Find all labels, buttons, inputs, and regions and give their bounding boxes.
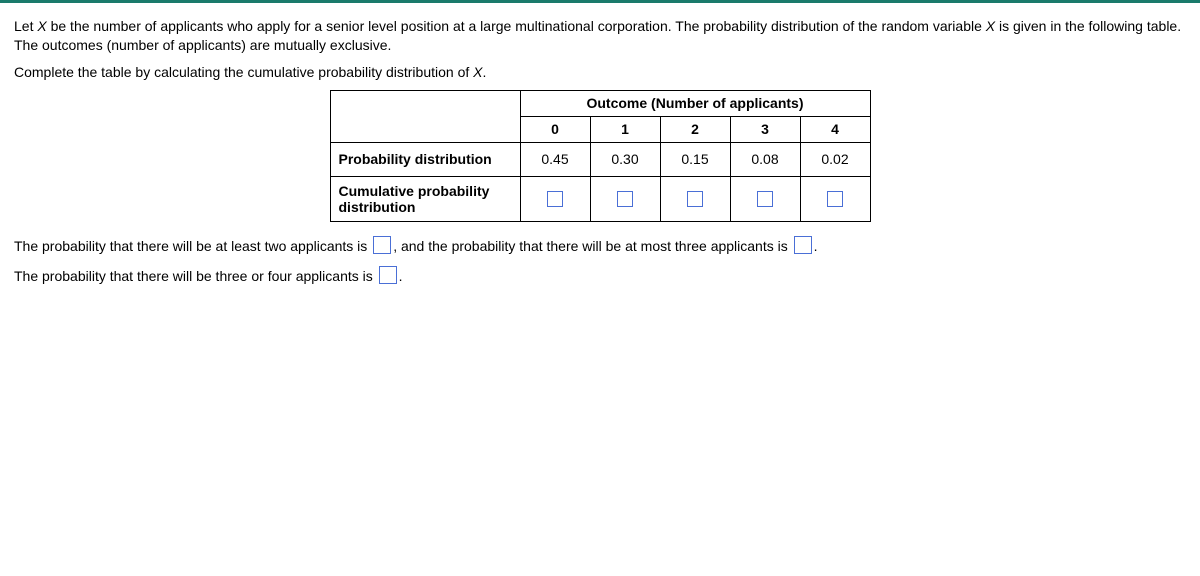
table-row: Outcome (Number of applicants) [330, 90, 870, 116]
prob-cell-2: 0.15 [660, 142, 730, 176]
table-super-header: Outcome (Number of applicants) [520, 90, 870, 116]
prompt-paragraph-2: Complete the table by calculating the cu… [14, 63, 1186, 82]
row-label-probability: Probability distribution [330, 142, 520, 176]
answer-input-three-or-four[interactable] [379, 266, 397, 284]
text: be the number of applicants who apply fo… [47, 18, 986, 34]
col-header-3: 3 [730, 116, 800, 142]
answer-input-at-least-two[interactable] [373, 236, 391, 254]
answer-sentences: The probability that there will be at le… [14, 236, 1186, 284]
table-container: Outcome (Number of applicants) 0 1 2 3 4… [14, 90, 1186, 222]
answer-line-1: The probability that there will be at le… [14, 236, 1186, 254]
problem-prompt: Let X be the number of applicants who ap… [14, 17, 1186, 82]
col-header-0: 0 [520, 116, 590, 142]
variable-x: X [37, 18, 46, 34]
cumulative-input-1[interactable] [617, 191, 633, 207]
table-row: Probability distribution 0.45 0.30 0.15 … [330, 142, 870, 176]
row-label-cumulative: Cumulative probability distribution [330, 176, 520, 221]
cumulative-input-0[interactable] [547, 191, 563, 207]
cumulative-input-3[interactable] [757, 191, 773, 207]
text: The probability that there will be at le… [14, 238, 371, 254]
table-row: Cumulative probability distribution [330, 176, 870, 221]
col-header-4: 4 [800, 116, 870, 142]
probability-table: Outcome (Number of applicants) 0 1 2 3 4… [330, 90, 871, 222]
cum-cell-1 [590, 176, 660, 221]
answer-input-at-most-three[interactable] [794, 236, 812, 254]
prob-cell-0: 0.45 [520, 142, 590, 176]
answer-line-2: The probability that there will be three… [14, 266, 1186, 284]
text: The probability that there will be three… [14, 268, 377, 284]
text: . [814, 238, 818, 254]
text: , and the probability that there will be… [393, 238, 791, 254]
prob-cell-4: 0.02 [800, 142, 870, 176]
cumulative-input-4[interactable] [827, 191, 843, 207]
prompt-paragraph-1: Let X be the number of applicants who ap… [14, 17, 1186, 55]
page-content: Let X be the number of applicants who ap… [0, 3, 1200, 306]
text: Complete the table by calculating the cu… [14, 64, 473, 80]
prob-cell-3: 0.08 [730, 142, 800, 176]
col-header-1: 1 [590, 116, 660, 142]
text: . [399, 268, 403, 284]
cumulative-input-2[interactable] [687, 191, 703, 207]
table-corner-blank [330, 90, 520, 142]
variable-x: X [473, 64, 482, 80]
col-header-2: 2 [660, 116, 730, 142]
cum-cell-2 [660, 176, 730, 221]
cum-cell-0 [520, 176, 590, 221]
text: Let [14, 18, 37, 34]
cum-cell-4 [800, 176, 870, 221]
cum-cell-3 [730, 176, 800, 221]
variable-x: X [986, 18, 995, 34]
prob-cell-1: 0.30 [590, 142, 660, 176]
text: . [483, 64, 487, 80]
